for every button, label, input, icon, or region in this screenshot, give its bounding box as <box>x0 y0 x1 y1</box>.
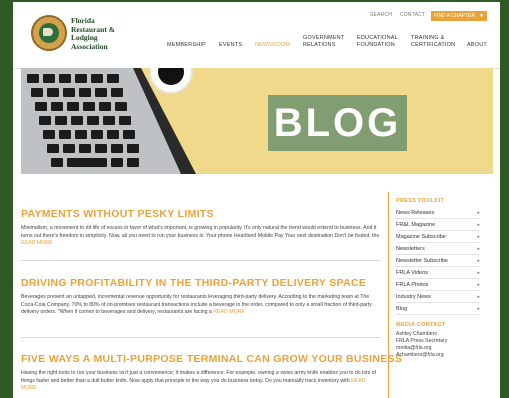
article-excerpt-text: Beverages present an untapped, increment… <box>21 294 372 316</box>
contact-media-email[interactable]: media@frla.org <box>396 345 432 352</box>
sidebar-item-frl-magazine[interactable]: FR&L Magazine ▸ <box>396 220 480 231</box>
article-title[interactable]: FIVE WAYS A MULTI-PURPOSE TERMINAL CAN G… <box>21 353 402 365</box>
article-divider <box>21 260 381 261</box>
blog-title: BLOG <box>273 101 402 145</box>
article-excerpt: Beverages present an untapped, increment… <box>21 294 381 317</box>
contact-link[interactable]: CONTACT <box>400 12 425 18</box>
chevron-right-icon: ▸ <box>477 234 480 240</box>
chevron-right-icon: ▸ <box>477 294 480 300</box>
sidebar-item-label: FRLA Videos <box>396 270 429 276</box>
sidebar-item-newsletters[interactable]: Newsletters ▸ <box>396 244 480 255</box>
chevron-right-icon: ▸ <box>477 282 480 288</box>
article-title[interactable]: PAYMENTS WITHOUT PESKY LIMITS <box>21 208 381 220</box>
article-excerpt-text: Minimalism, a movement to rid life of ex… <box>21 225 380 239</box>
nav-events[interactable]: EVENTS <box>219 42 242 49</box>
nav-training-certification[interactable]: TRAINING & CERTIFICATION <box>411 35 455 49</box>
blog-title-box: BLOG <box>268 95 407 151</box>
read-more-link[interactable]: READ MORE <box>213 309 244 315</box>
chevron-right-icon: ▸ <box>477 306 480 312</box>
sidebar-item-label: Magazine Subscribe <box>396 234 446 240</box>
chevron-right-icon: ▸ <box>477 222 480 228</box>
chevron-right-icon: ▸ <box>477 210 480 216</box>
nav-membership[interactable]: MEMBERSHIP <box>167 42 206 49</box>
article-excerpt-text: Having the right tools to run your busin… <box>21 370 376 384</box>
logo-text: Florida Restaurant & Lodging Association <box>71 16 115 51</box>
sidebar-item-label: Blog <box>396 306 408 312</box>
sidebar-item-label: FRLA Photos <box>396 282 429 288</box>
site-header: Florida Restaurant & Lodging Association… <box>13 2 500 69</box>
read-more-link[interactable]: READ MORE <box>21 240 52 246</box>
nav-about[interactable]: ABOUT <box>467 42 487 49</box>
article-divider <box>21 337 381 338</box>
frla-logo[interactable]: Florida Restaurant & Lodging Association <box>31 15 181 59</box>
sidebar-item-industry-news[interactable]: Industry News ▸ <box>396 292 480 303</box>
nav-educational-foundation[interactable]: EDUCATIONAL FOUNDATION <box>357 35 398 49</box>
chevron-right-icon: ▸ <box>477 246 480 252</box>
nav-newsroom[interactable]: NEWSROOM <box>255 42 290 49</box>
chevron-right-icon: ▸ <box>477 270 480 276</box>
chevron-down-icon: ▼ <box>479 13 484 19</box>
sidebar-item-label: Newsletter Subscribe <box>396 258 448 264</box>
sidebar-item-blog[interactable]: Blog ▸ <box>396 304 480 315</box>
sidebar-item-label: News Releases <box>396 210 435 216</box>
sidebar-item-frla-photos[interactable]: FRLA Photos ▸ <box>396 280 480 291</box>
sidebar-item-label: FR&L Magazine <box>396 222 436 228</box>
find-chapter-button[interactable]: FIND A CHAPTER ▼ <box>431 11 487 21</box>
sidebar-item-news-releases[interactable]: News Releases ▸ <box>396 208 480 219</box>
article-excerpt: Minimalism, a movement to rid life of ex… <box>21 225 381 248</box>
contact-role: FRLA Press Secretary <box>396 338 448 344</box>
sidebar-item-label: Newsletters <box>396 246 425 252</box>
sidebar-item-label: Industry News <box>396 294 431 300</box>
press-toolkit-heading: PRESS TOOLKIT <box>396 198 445 204</box>
contact-name: Ashley Chambers <box>396 331 437 337</box>
article-excerpt: Having the right tools to run your busin… <box>21 370 381 393</box>
sidebar-item-newsletter-subscribe[interactable]: Newsletter Subscribe ▸ <box>396 256 480 267</box>
media-contact-heading: MEDIA CONTACT <box>396 322 446 328</box>
florida-seal-icon <box>31 15 67 51</box>
press-toolkit-sidebar: PRESS TOOLKIT News Releases ▸ FR&L Magazi… <box>388 192 489 398</box>
sidebar-item-magazine-subscribe[interactable]: Magazine Subscribe ▸ <box>396 232 480 243</box>
sidebar-item-frla-videos[interactable]: FRLA Videos ▸ <box>396 268 480 279</box>
find-chapter-label: FIND A CHAPTER <box>434 13 476 19</box>
search-link[interactable]: SEARCH <box>370 12 392 18</box>
hero-banner: BLOG <box>21 68 493 174</box>
nav-government-relations[interactable]: GOVERNMENT RELATIONS <box>303 35 344 49</box>
page: Florida Restaurant & Lodging Association… <box>13 2 500 398</box>
chevron-right-icon: ▸ <box>477 258 480 264</box>
contact-personal-email[interactable]: Achambers@frla.org <box>396 352 444 359</box>
article-title[interactable]: DRIVING PROFITABILITY IN THE THIRD-PARTY… <box>21 277 381 289</box>
